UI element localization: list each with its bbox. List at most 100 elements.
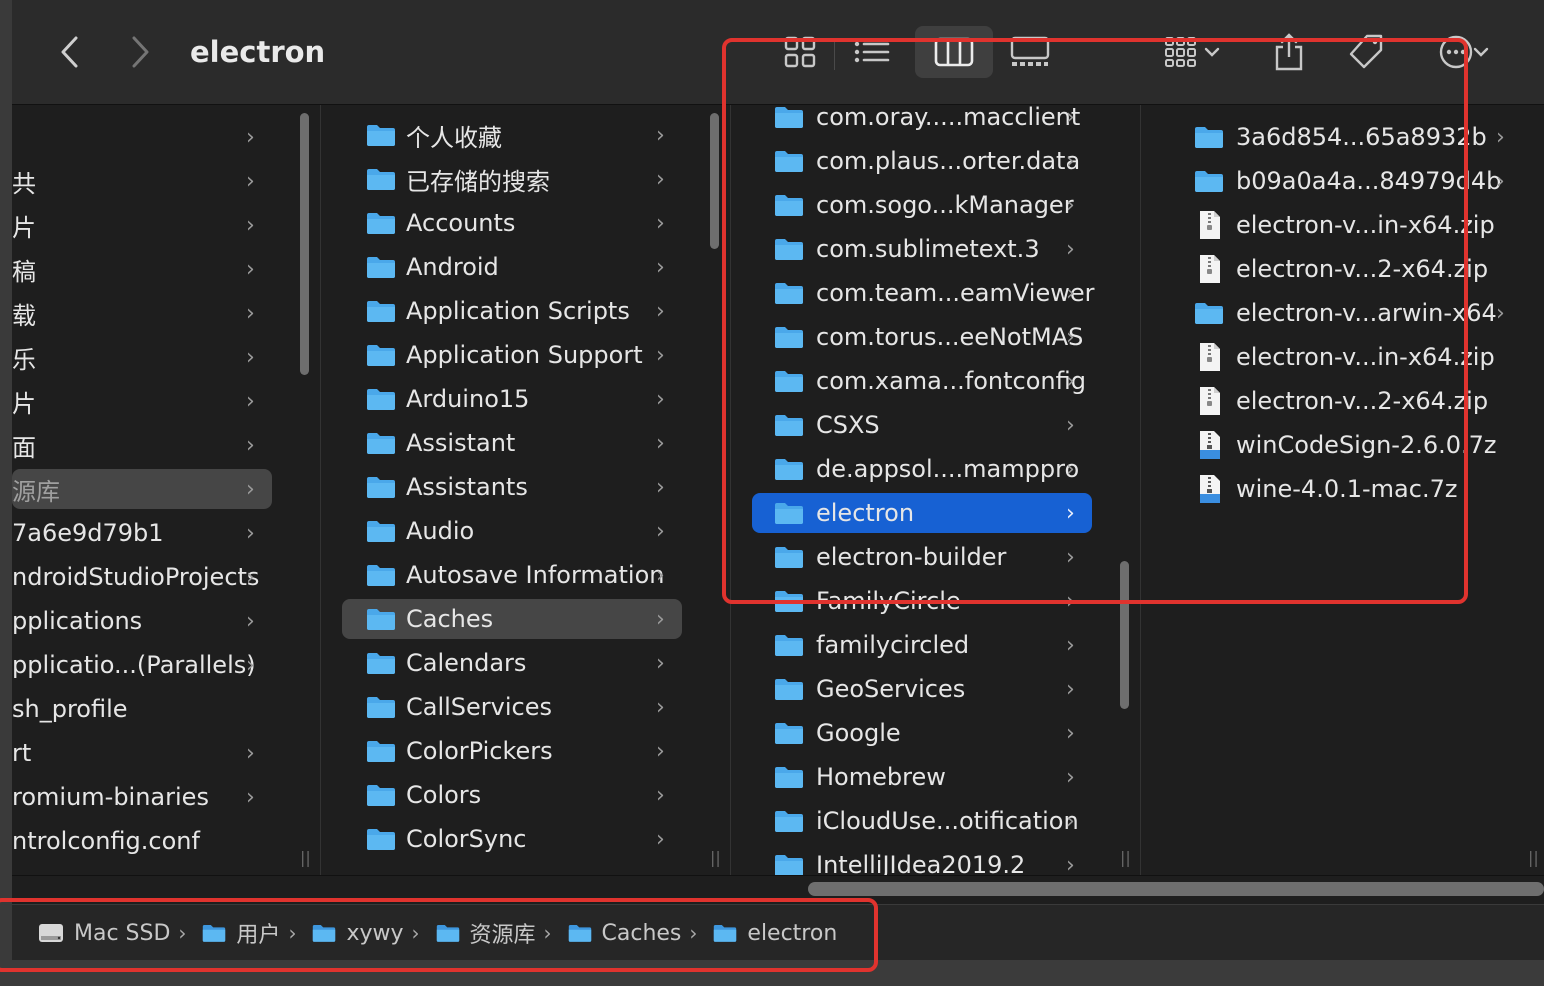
list-item[interactable]: electron-v...2-x64.zip	[1162, 381, 1534, 421]
list-item[interactable]: Accounts ›	[342, 203, 682, 243]
list-item[interactable]: romium-binaries ›	[12, 777, 272, 817]
list-item[interactable]: Colors ›	[342, 775, 682, 815]
list-item[interactable]: Arduino15 ›	[342, 379, 682, 419]
list-item[interactable]: wine-4.0.1-mac.7z	[1162, 469, 1534, 509]
list-item[interactable]: winCodeSign-2.6.0.7z	[1162, 425, 1534, 465]
horizontal-scrollbar[interactable]	[12, 875, 1544, 904]
column-resize-handle[interactable]: ||	[1120, 848, 1131, 867]
column-view-button[interactable]	[915, 26, 993, 78]
column-electron[interactable]: 3a6d854...65a8932b › b09a0a4a...84979d4b › e…	[1142, 105, 1544, 875]
list-item-label: 片	[12, 213, 36, 242]
list-item[interactable]: Audio ›	[342, 511, 682, 551]
list-item[interactable]: electron-v...2-x64.zip	[1162, 249, 1534, 289]
tag-button[interactable]	[1338, 26, 1394, 78]
list-view-button[interactable]	[846, 26, 898, 78]
list-item[interactable]: de.appsol....mamppro ›	[752, 449, 1092, 489]
list-item[interactable]: 个人收藏 ›	[342, 115, 682, 155]
list-item[interactable]: ColorSync ›	[342, 819, 682, 859]
list-item[interactable]: electron-v...in-x64.zip	[1162, 205, 1534, 245]
list-item[interactable]: pplications ›	[12, 601, 272, 641]
list-item[interactable]: Application Support ›	[342, 335, 682, 375]
list-item[interactable]: electron-v...arwin-x64 ›	[1162, 293, 1534, 333]
list-item[interactable]: com.sublimetext.3 ›	[752, 229, 1092, 269]
chevron-right-icon: ›	[656, 122, 665, 148]
list-item[interactable]: 7a6e9d79b1 ›	[12, 513, 272, 553]
chevron-right-icon: ›	[656, 298, 665, 324]
column-scrollbar[interactable]	[1120, 561, 1129, 709]
column-resize-handle[interactable]: ||	[710, 848, 721, 867]
list-item-label: Arduino15	[406, 385, 530, 413]
list-item[interactable]: Assistants ›	[342, 467, 682, 507]
window-bottom-edge	[0, 960, 1544, 986]
column-resize-handle[interactable]: ||	[1528, 848, 1539, 867]
gallery-view-button[interactable]	[1002, 26, 1058, 78]
list-item[interactable]: 片 ›	[12, 205, 272, 245]
list-item[interactable]: 片 ›	[12, 381, 272, 421]
list-item[interactable]: com.oray.....macclient ›	[752, 105, 1092, 137]
group-by-button[interactable]	[1152, 26, 1232, 78]
forward-button[interactable]	[120, 30, 160, 74]
list-item[interactable]: Android ›	[342, 247, 682, 287]
list-item[interactable]: electron-v...in-x64.zip	[1162, 337, 1534, 377]
chevron-right-icon: ›	[1066, 105, 1075, 130]
list-item[interactable]: rt ›	[12, 733, 272, 773]
folder-icon	[774, 369, 804, 393]
list-item[interactable]: CSXS ›	[752, 405, 1092, 445]
list-item[interactable]: Autosave Information ›	[342, 555, 682, 595]
list-item[interactable]: electron-builder ›	[752, 537, 1092, 577]
breadcrumb-item[interactable]: 资源库 ›	[436, 917, 562, 949]
list-item[interactable]: com.sogo...kManager ›	[752, 185, 1092, 225]
list-item[interactable]: ColorPickers ›	[342, 731, 682, 771]
list-item[interactable]: Calendars ›	[342, 643, 682, 683]
column-scrollbar[interactable]	[710, 113, 719, 249]
list-item[interactable]: 面 ›	[12, 425, 272, 465]
list-item[interactable]: 共 ›	[12, 161, 272, 201]
list-item[interactable]: 载 ›	[12, 293, 272, 333]
list-item[interactable]: com.plaus...orter.data ›	[752, 141, 1092, 181]
list-item[interactable]: com.torus...eeNotMAS ›	[752, 317, 1092, 357]
breadcrumb-item[interactable]: Caches ›	[568, 921, 708, 946]
list-item[interactable]: CallServices ›	[342, 687, 682, 727]
list-item[interactable]: ndroidStudioProjects ›	[12, 557, 272, 597]
list-item[interactable]: IntelliJIdea2019.2 ›	[752, 845, 1092, 875]
list-item[interactable]: com.team...eamViewer ›	[752, 273, 1094, 313]
list-item[interactable]: electron ›	[752, 493, 1092, 533]
share-button[interactable]	[1264, 26, 1314, 78]
list-item[interactable]: b09a0a4a...84979d4b ›	[1162, 161, 1534, 201]
list-item[interactable]: com.xama...fontconfig ›	[752, 361, 1092, 401]
back-button[interactable]	[50, 30, 90, 74]
list-item[interactable]: ›	[12, 117, 272, 157]
icon-view-button[interactable]	[776, 26, 824, 78]
column-caches[interactable]: com.oray.....macclient › com.plaus...orter…	[732, 105, 1122, 875]
column-library[interactable]: 个人收藏 › 已存储的搜索 › Accounts › Android › Application…	[322, 105, 712, 875]
breadcrumb-item[interactable]: Mac SSD ›	[38, 921, 196, 946]
breadcrumb-item[interactable]: electron	[713, 921, 837, 946]
list-item[interactable]: GeoServices ›	[752, 669, 1092, 709]
list-item-label: pplications	[12, 607, 143, 635]
list-item[interactable]: FamilyCircle ›	[752, 581, 1092, 621]
list-item[interactable]: Application Scripts ›	[342, 291, 682, 331]
list-item[interactable]: iCloudUse...otification ›	[752, 801, 1092, 841]
column-sidebar-parent[interactable]: › 共 › 片 › 稿 › 载 › 乐 › 片 › 面 › 源库 › 7a6e9d79b1 › ndroidStudi…	[12, 105, 292, 875]
breadcrumb-item[interactable]: xywy ›	[312, 921, 429, 946]
list-item[interactable]: Google ›	[752, 713, 1092, 753]
list-item[interactable]: 稿 ›	[12, 249, 272, 289]
folder-icon	[366, 211, 396, 235]
column-scrollbar[interactable]	[300, 113, 309, 375]
list-item[interactable]: 已存储的搜索 ›	[342, 159, 682, 199]
list-item[interactable]: Assistant ›	[342, 423, 682, 463]
breadcrumb-item[interactable]: 用户 ›	[202, 917, 306, 949]
list-item[interactable]: sh_profile	[12, 689, 272, 729]
list-item[interactable]: familycircled ›	[752, 625, 1092, 665]
list-item[interactable]: 3a6d854...65a8932b ›	[1162, 117, 1534, 157]
list-item[interactable]: Homebrew ›	[752, 757, 1092, 797]
more-actions-button[interactable]	[1426, 26, 1502, 78]
list-item[interactable]: pplicatio...(Parallels) ›	[12, 645, 272, 685]
column-resize-handle[interactable]: ||	[300, 848, 311, 867]
list-item[interactable]: 源库 ›	[12, 469, 272, 509]
horizontal-scroll-thumb[interactable]	[808, 882, 1544, 896]
list-item[interactable]: ntrolconfig.conf	[12, 821, 272, 861]
list-item-label: 3a6d854...65a8932b	[1236, 123, 1487, 151]
list-item[interactable]: 乐 ›	[12, 337, 272, 377]
list-item[interactable]: Caches ›	[342, 599, 682, 639]
